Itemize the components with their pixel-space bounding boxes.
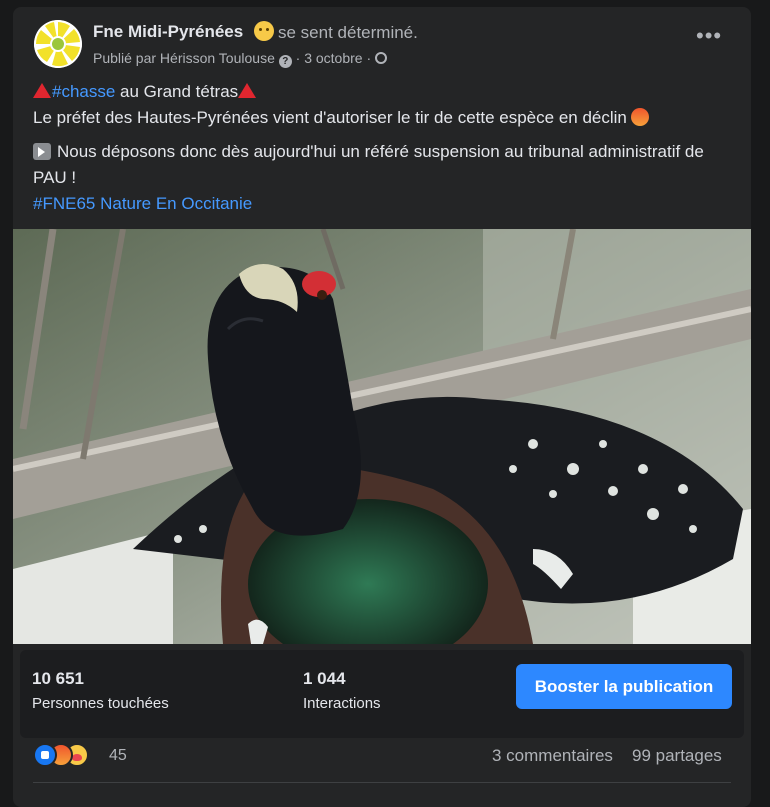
- post-card: Fne Midi-Pyrénées se sent déterminé. Pub…: [13, 7, 751, 807]
- feeling-text: se sent déterminé.: [278, 23, 418, 42]
- line2-text: Le préfet des Hautes-Pyrénées vient d'au…: [33, 108, 627, 127]
- feeling-status: se sent déterminé.: [254, 21, 418, 43]
- meta-separator: ·: [291, 50, 305, 66]
- post-text: #chasse au Grand tétras Le préfet des Ha…: [33, 79, 733, 217]
- like-icon: [33, 743, 57, 767]
- comments-count-link[interactable]: 3 commentaires: [492, 746, 613, 766]
- post-paragraph-2: Nous déposons donc dès aujourd'hui un ré…: [33, 139, 733, 191]
- engagement-value: 1 044: [303, 669, 346, 688]
- hashtag-chasse-link[interactable]: #chasse: [52, 82, 115, 101]
- help-icon[interactable]: ?: [278, 55, 292, 68]
- paragraph2-text: Nous déposons donc dès aujourd'hui un ré…: [33, 142, 704, 187]
- post-date-link[interactable]: 3 octobre: [304, 50, 362, 66]
- fne-logo-icon: [34, 20, 82, 68]
- post-hashtags: #FNE65 Nature En Occitanie: [33, 191, 733, 217]
- published-by-text: Publié par Hérisson Toulouse: [93, 50, 275, 66]
- post-photo[interactable]: [13, 229, 751, 644]
- hashtag-fne65-link[interactable]: #FNE65 Nature En Occitanie: [33, 194, 252, 213]
- capercaillie-photo-icon: [13, 229, 751, 644]
- post-line-2: Le préfet des Hautes-Pyrénées vient d'au…: [33, 105, 733, 131]
- reach-value: 10 651: [32, 669, 84, 688]
- reactions-count[interactable]: 45: [109, 747, 127, 765]
- determined-face-icon: [254, 21, 274, 41]
- globe-icon[interactable]: [375, 52, 388, 64]
- meta-separator-2: ·: [362, 50, 376, 66]
- post-insights: 10 651 Personnes touchées 1 044 Interact…: [20, 650, 744, 738]
- red-triangle-icon: [238, 83, 257, 98]
- boost-post-button[interactable]: Booster la publication: [516, 664, 732, 709]
- engagement-label: Interactions: [303, 695, 381, 712]
- shares-count-link[interactable]: 99 partages: [632, 746, 722, 766]
- reach-label: Personnes touchées: [32, 695, 169, 712]
- post-line-1: #chasse au Grand tétras: [33, 79, 733, 105]
- angry-face-icon: [630, 108, 649, 126]
- footer-divider: [33, 782, 731, 783]
- more-options-icon[interactable]: •••: [696, 25, 722, 49]
- page-avatar[interactable]: [34, 20, 82, 68]
- line1-text: au Grand tétras: [115, 82, 239, 101]
- play-pause-icon: [33, 143, 51, 160]
- red-triangle-icon: [33, 83, 51, 98]
- page-name-link[interactable]: Fne Midi-Pyrénées: [93, 22, 243, 42]
- post-meta: Publié par Hérisson Toulouse ? · 3 octob…: [93, 50, 388, 68]
